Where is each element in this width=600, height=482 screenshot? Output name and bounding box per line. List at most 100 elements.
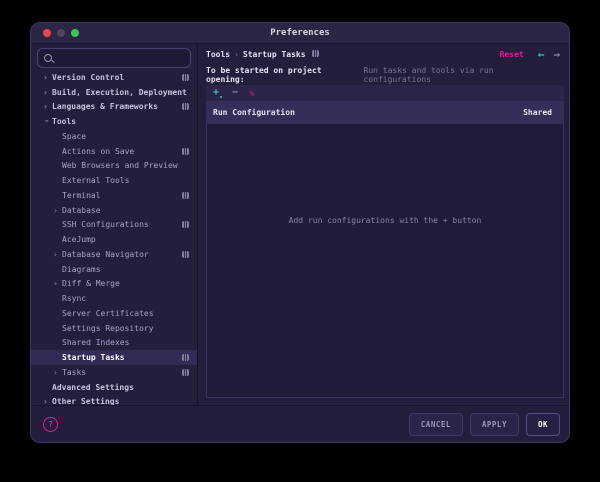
sidebar-item-space[interactable]: Space [31,129,197,144]
sidebar-item-diff-merge[interactable]: › Diff & Merge [31,277,197,292]
sidebar-item-version-control[interactable]: › Version Control [31,70,197,85]
sidebar-item-rsync[interactable]: Rsync [31,291,197,306]
chevron-right-icon[interactable]: › [53,368,62,377]
sidebar-item-other-settings[interactable]: › Other Settings [31,395,197,405]
breadcrumb-separator: › [234,49,239,59]
search-icon [44,54,52,62]
zoom-window-button[interactable] [71,29,79,37]
run-config-toolbar: + − ✎ [206,85,564,101]
sidebar-item-build-execution-deployment[interactable]: › Build, Execution, Deployment [31,85,197,100]
project-badge-icon [182,103,189,111]
window-title: Preferences [270,28,330,38]
column-run-configuration: Run Configuration [213,108,295,117]
help-icon[interactable]: ? [43,416,58,432]
sidebar-item-diagrams[interactable]: Diagrams [31,262,197,277]
sidebar-item-label: Terminal [62,190,101,200]
sidebar-item-label: Advanced Settings [52,382,134,392]
sidebar-item-tools[interactable]: › Tools [31,114,197,129]
sidebar-item-actions-on-save[interactable]: Actions on Save [31,144,197,159]
sidebar-item-label: Web Browsers and Preview [62,161,178,171]
run-config-table[interactable]: Add run configurations with the + button [206,124,564,398]
breadcrumb-startup-tasks: Startup Tasks [242,49,306,59]
apply-button[interactable]: APPLY [469,412,519,436]
sidebar-item-label: Database Navigator [62,249,149,259]
sidebar-item-label: Startup Tasks [62,353,125,363]
startup-label-row: To be started on project opening: Run ta… [206,66,564,84]
titlebar: Preferences [31,23,569,44]
project-badge-icon [182,368,189,376]
search-input[interactable] [57,53,184,63]
column-shared: Shared [523,108,552,117]
settings-search-box[interactable] [37,48,191,68]
cancel-button[interactable]: CANCEL [408,412,463,436]
sidebar-item-label: Tools [52,117,77,127]
sidebar-item-web-browsers-and-preview[interactable]: Web Browsers and Preview [31,159,197,174]
sidebar-item-external-tools[interactable]: External Tools [31,173,197,188]
forward-arrow-icon[interactable]: → [553,49,560,60]
chevron-right-icon[interactable]: › [43,88,52,97]
settings-content: Tools › Startup Tasks Reset ← → To be st… [198,44,569,405]
chevron-right-icon[interactable]: › [53,279,62,288]
sidebar-item-label: Database [62,205,101,215]
sidebar-item-label: Diff & Merge [62,279,120,289]
sidebar-item-settings-repository[interactable]: Settings Repository [31,321,197,336]
footer-bar: ? CANCEL APPLY OK [31,405,569,442]
edit-pencil-icon[interactable]: ✎ [248,90,258,95]
project-badge-icon [182,221,189,229]
sidebar-item-label: Languages & Frameworks [52,102,158,112]
sidebar-item-database-navigator[interactable]: › Database Navigator [31,247,197,262]
sidebar-item-languages-frameworks[interactable]: › Languages & Frameworks [31,100,197,115]
close-window-button[interactable] [43,29,51,37]
dialog-buttons: CANCEL APPLY OK [408,412,560,436]
sidebar-item-label: Rsync [62,294,87,304]
sidebar-item-label: External Tools [62,176,130,186]
add-icon[interactable]: + [213,88,223,98]
run-config-hint: Run tasks and tools via run configuratio… [363,66,494,84]
chevron-right-icon[interactable]: › [53,206,62,215]
sidebar-item-acejump[interactable]: AceJump [31,232,197,247]
reset-link[interactable]: Reset [500,50,524,59]
preferences-window: Preferences › Version Control › Build, Exec… [30,22,570,443]
sidebar-item-label: Space [62,131,87,141]
breadcrumb-tools[interactable]: Tools [206,50,230,59]
settings-sidebar: › Version Control › Build, Execution, Deplo… [31,44,198,405]
sidebar-item-label: Actions on Save [62,146,135,156]
project-badge-icon [182,250,189,258]
sidebar-item-label: Shared Indexes [62,338,130,348]
sidebar-item-label: SSH Configurations [62,220,149,230]
empty-table-text: Add run configurations with the + button [288,216,482,225]
sidebar-item-label: Settings Repository [62,323,154,333]
breadcrumb: Tools › Startup Tasks Reset ← → [206,46,564,62]
chevron-right-icon[interactable]: › [43,397,52,405]
sidebar-item-label: Server Certificates [62,308,154,318]
remove-icon[interactable]: − [232,88,238,98]
ok-button[interactable]: OK [525,412,560,436]
sidebar-item-label: Diagrams [62,264,101,274]
chevron-right-icon[interactable]: › [53,250,62,259]
back-arrow-icon[interactable]: ← [538,49,545,60]
sidebar-item-ssh-configurations[interactable]: SSH Configurations [31,218,197,233]
settings-nav: › Version Control › Build, Execution, Deplo… [31,70,197,405]
minimize-window-button[interactable] [57,29,65,37]
sidebar-item-tasks[interactable]: › Tasks [31,365,197,380]
project-badge-icon [311,49,319,59]
chevron-right-icon[interactable]: › [43,102,52,111]
chevron-right-icon[interactable]: › [43,73,52,82]
sidebar-item-label: AceJump [62,235,96,245]
project-badge-icon [182,147,189,155]
chevron-down-icon[interactable]: › [43,118,52,127]
sidebar-item-shared-indexes[interactable]: Shared Indexes [31,336,197,351]
sidebar-item-label: Other Settings [52,397,120,405]
sidebar-item-advanced-settings[interactable]: Advanced Settings [31,380,197,395]
sidebar-item-database[interactable]: › Database [31,203,197,218]
sidebar-item-startup-tasks[interactable]: Startup Tasks [31,350,197,365]
sidebar-item-label: Version Control [52,72,125,82]
sidebar-item-terminal[interactable]: Terminal [31,188,197,203]
sidebar-item-label: Tasks [62,367,87,377]
sidebar-item-server-certificates[interactable]: Server Certificates [31,306,197,321]
project-badge-icon [182,191,189,199]
window-controls [43,23,79,43]
project-badge-icon [182,73,189,81]
opening-label: To be started on project opening: [206,66,322,84]
run-config-table-header: Run Configuration Shared [206,101,564,124]
